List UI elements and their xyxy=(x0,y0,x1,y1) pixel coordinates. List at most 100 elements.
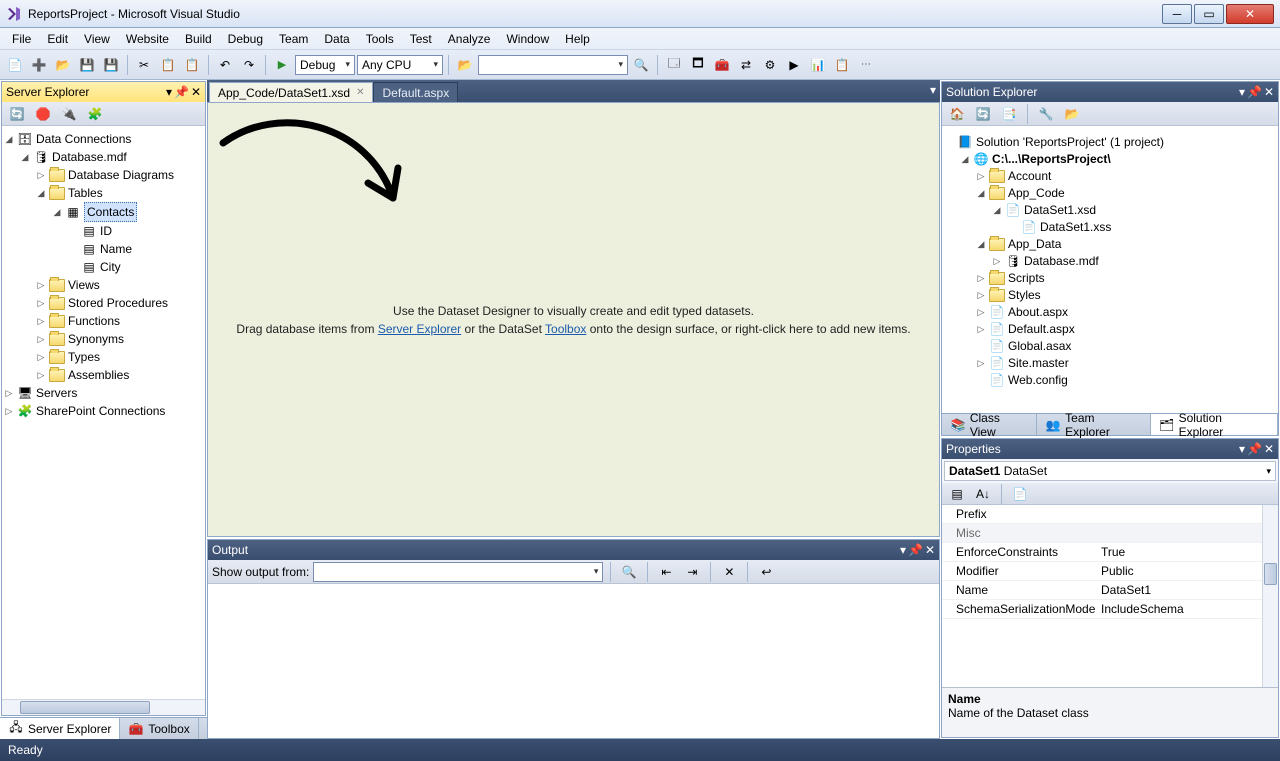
doc-tabs-dropdown-icon[interactable]: ▾ xyxy=(930,83,936,97)
output-prev-button[interactable]: ⇤ xyxy=(655,561,677,583)
prop-value[interactable]: IncludeSchema xyxy=(1097,602,1278,616)
add-item-button[interactable]: ➕ xyxy=(28,54,50,76)
expander-icon[interactable]: ◢ xyxy=(992,202,1002,219)
tree-label[interactable]: App_Code xyxy=(1008,185,1065,202)
panel-pin-icon[interactable]: 📌 xyxy=(1247,442,1262,456)
horizontal-scrollbar[interactable] xyxy=(2,699,205,715)
menu-window[interactable]: Window xyxy=(498,30,557,48)
sol-properties-button[interactable]: 🔧 xyxy=(1035,103,1057,125)
doc-tab[interactable]: Default.aspx xyxy=(373,82,458,102)
tree-label[interactable]: App_Data xyxy=(1008,236,1061,253)
doc-tab-active[interactable]: App_Code/DataSet1.xsd ✕ xyxy=(209,82,373,102)
undo-button[interactable]: ↶ xyxy=(214,54,236,76)
copy-button[interactable]: 📋 xyxy=(157,54,179,76)
menu-team[interactable]: Team xyxy=(271,30,316,48)
output-find-button[interactable]: 🔍 xyxy=(618,561,640,583)
expander-icon[interactable]: ▷ xyxy=(992,253,1002,270)
find-combo[interactable] xyxy=(478,55,628,75)
tree-label[interactable]: SharePoint Connections xyxy=(36,402,165,420)
output-wrap-button[interactable]: ↩ xyxy=(755,561,777,583)
expander-icon[interactable]: ▷ xyxy=(976,168,986,185)
menu-help[interactable]: Help xyxy=(557,30,598,48)
team-explorer-tab[interactable]: 👥Team Explorer xyxy=(1037,414,1150,435)
open-button[interactable]: 📂 xyxy=(52,54,74,76)
tb-extra-7[interactable]: 📊 xyxy=(807,54,829,76)
tree-label[interactable]: Name xyxy=(100,240,132,258)
menu-tools[interactable]: Tools xyxy=(358,30,402,48)
sol-home-button[interactable]: 🏠 xyxy=(946,103,968,125)
sol-showall-button[interactable]: 📑 xyxy=(998,103,1020,125)
panel-dropdown-icon[interactable]: ▾ xyxy=(1239,85,1245,99)
expander-icon[interactable]: ▷ xyxy=(976,270,986,287)
prop-pages-button[interactable]: 📄 xyxy=(1009,483,1031,505)
sol-refresh-button[interactable]: 🔄 xyxy=(972,103,994,125)
prop-categorized-button[interactable]: ▤ xyxy=(946,483,968,505)
tree-label[interactable]: Database Diagrams xyxy=(68,166,174,184)
tree-label[interactable]: City xyxy=(100,258,121,276)
save-button[interactable]: 💾 xyxy=(76,54,98,76)
panel-close-icon[interactable]: ✕ xyxy=(1264,442,1274,456)
tree-label[interactable]: Database.mdf xyxy=(52,148,127,166)
expander-icon[interactable]: ▷ xyxy=(36,166,46,184)
find-in-files-button[interactable]: 🔍 xyxy=(630,54,652,76)
tree-label[interactable]: Default.aspx xyxy=(1008,321,1075,338)
tb-extra-9[interactable]: ⋯ xyxy=(855,54,877,76)
prop-row[interactable]: ModifierPublic xyxy=(942,562,1278,581)
expander-icon[interactable]: ◢ xyxy=(20,148,30,166)
expander-icon[interactable]: ▷ xyxy=(36,348,46,366)
tree-label[interactable]: DataSet1.xss xyxy=(1040,219,1111,236)
output-text[interactable] xyxy=(208,584,939,738)
output-next-button[interactable]: ⇥ xyxy=(681,561,703,583)
new-project-button[interactable]: 📄 xyxy=(4,54,26,76)
tree-label[interactable]: Assemblies xyxy=(68,366,129,384)
dataset-designer-surface[interactable]: Use the Dataset Designer to visually cre… xyxy=(207,102,940,537)
expander-icon[interactable]: ▷ xyxy=(4,402,14,420)
panel-close-icon[interactable]: ✕ xyxy=(191,85,201,99)
tree-label[interactable]: DataSet1.xsd xyxy=(1024,202,1096,219)
expander-icon[interactable]: ▷ xyxy=(36,294,46,312)
tree-label[interactable]: About.aspx xyxy=(1008,304,1068,321)
server-explorer-link[interactable]: Server Explorer xyxy=(378,322,461,336)
expander-icon[interactable]: ▷ xyxy=(976,321,986,338)
prop-value[interactable]: DataSet1 xyxy=(1097,583,1278,597)
save-all-button[interactable]: 💾 xyxy=(100,54,122,76)
panel-pin-icon[interactable]: 📌 xyxy=(1247,85,1262,99)
expander-icon[interactable]: ◢ xyxy=(976,236,986,253)
tree-label[interactable]: Servers xyxy=(36,384,77,402)
tb-extra-2[interactable]: 🗖 xyxy=(687,54,709,76)
menu-test[interactable]: Test xyxy=(402,30,440,48)
tree-label[interactable]: C:\...\ReportsProject\ xyxy=(992,151,1111,168)
minimize-button[interactable]: ─ xyxy=(1162,4,1192,24)
menu-analyze[interactable]: Analyze xyxy=(440,30,499,48)
menu-edit[interactable]: Edit xyxy=(39,30,76,48)
se-add-button[interactable]: 🧩 xyxy=(84,103,106,125)
prop-row[interactable]: NameDataSet1 xyxy=(942,581,1278,600)
menu-debug[interactable]: Debug xyxy=(220,30,271,48)
panel-close-icon[interactable]: ✕ xyxy=(925,543,935,557)
maximize-button[interactable]: ▭ xyxy=(1194,4,1224,24)
vertical-scrollbar[interactable] xyxy=(1262,505,1278,687)
doc-tab-close-icon[interactable]: ✕ xyxy=(356,87,364,98)
menu-view[interactable]: View xyxy=(76,30,118,48)
panel-pin-icon[interactable]: 📌 xyxy=(908,543,923,557)
panel-close-icon[interactable]: ✕ xyxy=(1264,85,1274,99)
output-header[interactable]: Output ▾ 📌 ✕ xyxy=(208,540,939,560)
server-explorer-tab[interactable]: 🖧Server Explorer xyxy=(0,718,120,739)
prop-row[interactable]: SchemaSerializationModeIncludeSchema xyxy=(942,600,1278,619)
expander-icon[interactable]: ▷ xyxy=(976,287,986,304)
tb-extra-6[interactable]: ▶ xyxy=(783,54,805,76)
tree-label[interactable]: Web.config xyxy=(1008,372,1068,389)
tree-label[interactable]: Account xyxy=(1008,168,1051,185)
close-button[interactable]: ✕ xyxy=(1226,4,1274,24)
expander-icon[interactable]: ▷ xyxy=(36,312,46,330)
tree-label[interactable]: Views xyxy=(68,276,100,294)
toolbox-tab[interactable]: 🧰Toolbox xyxy=(120,718,198,739)
expander-icon[interactable]: ◢ xyxy=(52,203,62,221)
tree-label[interactable]: Global.asax xyxy=(1008,338,1071,355)
tree-label[interactable]: Stored Procedures xyxy=(68,294,168,312)
expander-icon[interactable]: ▷ xyxy=(36,330,46,348)
prop-value[interactable]: Public xyxy=(1097,564,1278,578)
panel-pin-icon[interactable]: 📌 xyxy=(174,85,189,99)
se-refresh-button[interactable]: 🔄 xyxy=(6,103,28,125)
tree-label[interactable]: Tables xyxy=(68,184,103,202)
